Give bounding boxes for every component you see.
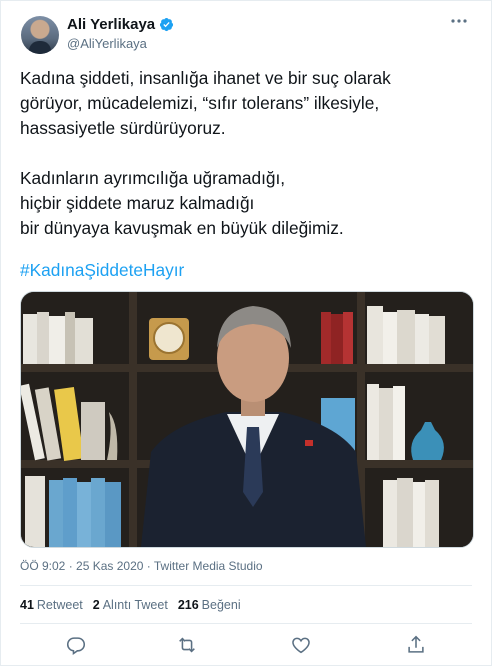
engagement-stats: 41 Retweet 2 Alıntı Tweet 216 Beğeni: [20, 598, 241, 612]
author-handle[interactable]: @AliYerlikaya: [67, 36, 147, 51]
retweet-icon[interactable]: [176, 634, 198, 656]
like-label: Beğeni: [201, 598, 241, 612]
verified-badge-icon: [160, 17, 174, 32]
retweet-count: 41: [20, 598, 34, 612]
video-frame: [21, 292, 473, 547]
tweet-actions: [0, 634, 492, 656]
author-name-row[interactable]: Ali Yerlikaya: [67, 16, 174, 33]
tweet-line: bir dünyaya kavuşmak en büyük dileğimiz.: [20, 218, 344, 238]
more-options-icon[interactable]: [450, 17, 468, 25]
share-icon[interactable]: [405, 634, 427, 656]
retweet-label: Retweet: [36, 598, 83, 612]
tweet-line: hiçbir şiddete maruz kalmadığı: [20, 193, 255, 213]
tweet-video[interactable]: [20, 291, 474, 548]
tweet-line: görüyor, mücadelemizi, “sıfır tolerans” …: [20, 93, 380, 113]
retweet-stat[interactable]: 41 Retweet: [20, 598, 83, 612]
heart-icon[interactable]: [290, 634, 312, 656]
tweet-line: Kadınların ayrımcılığa uğramadığı,: [20, 168, 286, 188]
tweet-line: Kadına şiddeti, insanlığa ihanet ve bir …: [20, 68, 391, 88]
hashtag-link[interactable]: #KadınaŞiddeteHayır: [20, 260, 184, 281]
divider: [20, 623, 472, 624]
tweet-line: hassasiyetle sürdürüyoruz.: [20, 118, 226, 138]
author-display-name[interactable]: Ali Yerlikaya: [67, 16, 155, 33]
avatar[interactable]: [21, 16, 59, 54]
tweet-text: Kadına şiddeti, insanlığa ihanet ve bir …: [20, 66, 460, 241]
quote-count: 2: [92, 598, 100, 612]
like-stat[interactable]: 216 Beğeni: [178, 598, 241, 612]
quote-tweet-stat[interactable]: 2 Alıntı Tweet: [93, 598, 168, 612]
tweet-timestamp-source[interactable]: ÖÖ 9:02 · 25 Kas 2020 · Twitter Media St…: [20, 559, 263, 573]
like-count: 216: [177, 598, 199, 612]
reply-icon[interactable]: [65, 634, 87, 656]
divider: [20, 585, 472, 586]
quote-label: Alıntı Tweet: [102, 598, 168, 612]
